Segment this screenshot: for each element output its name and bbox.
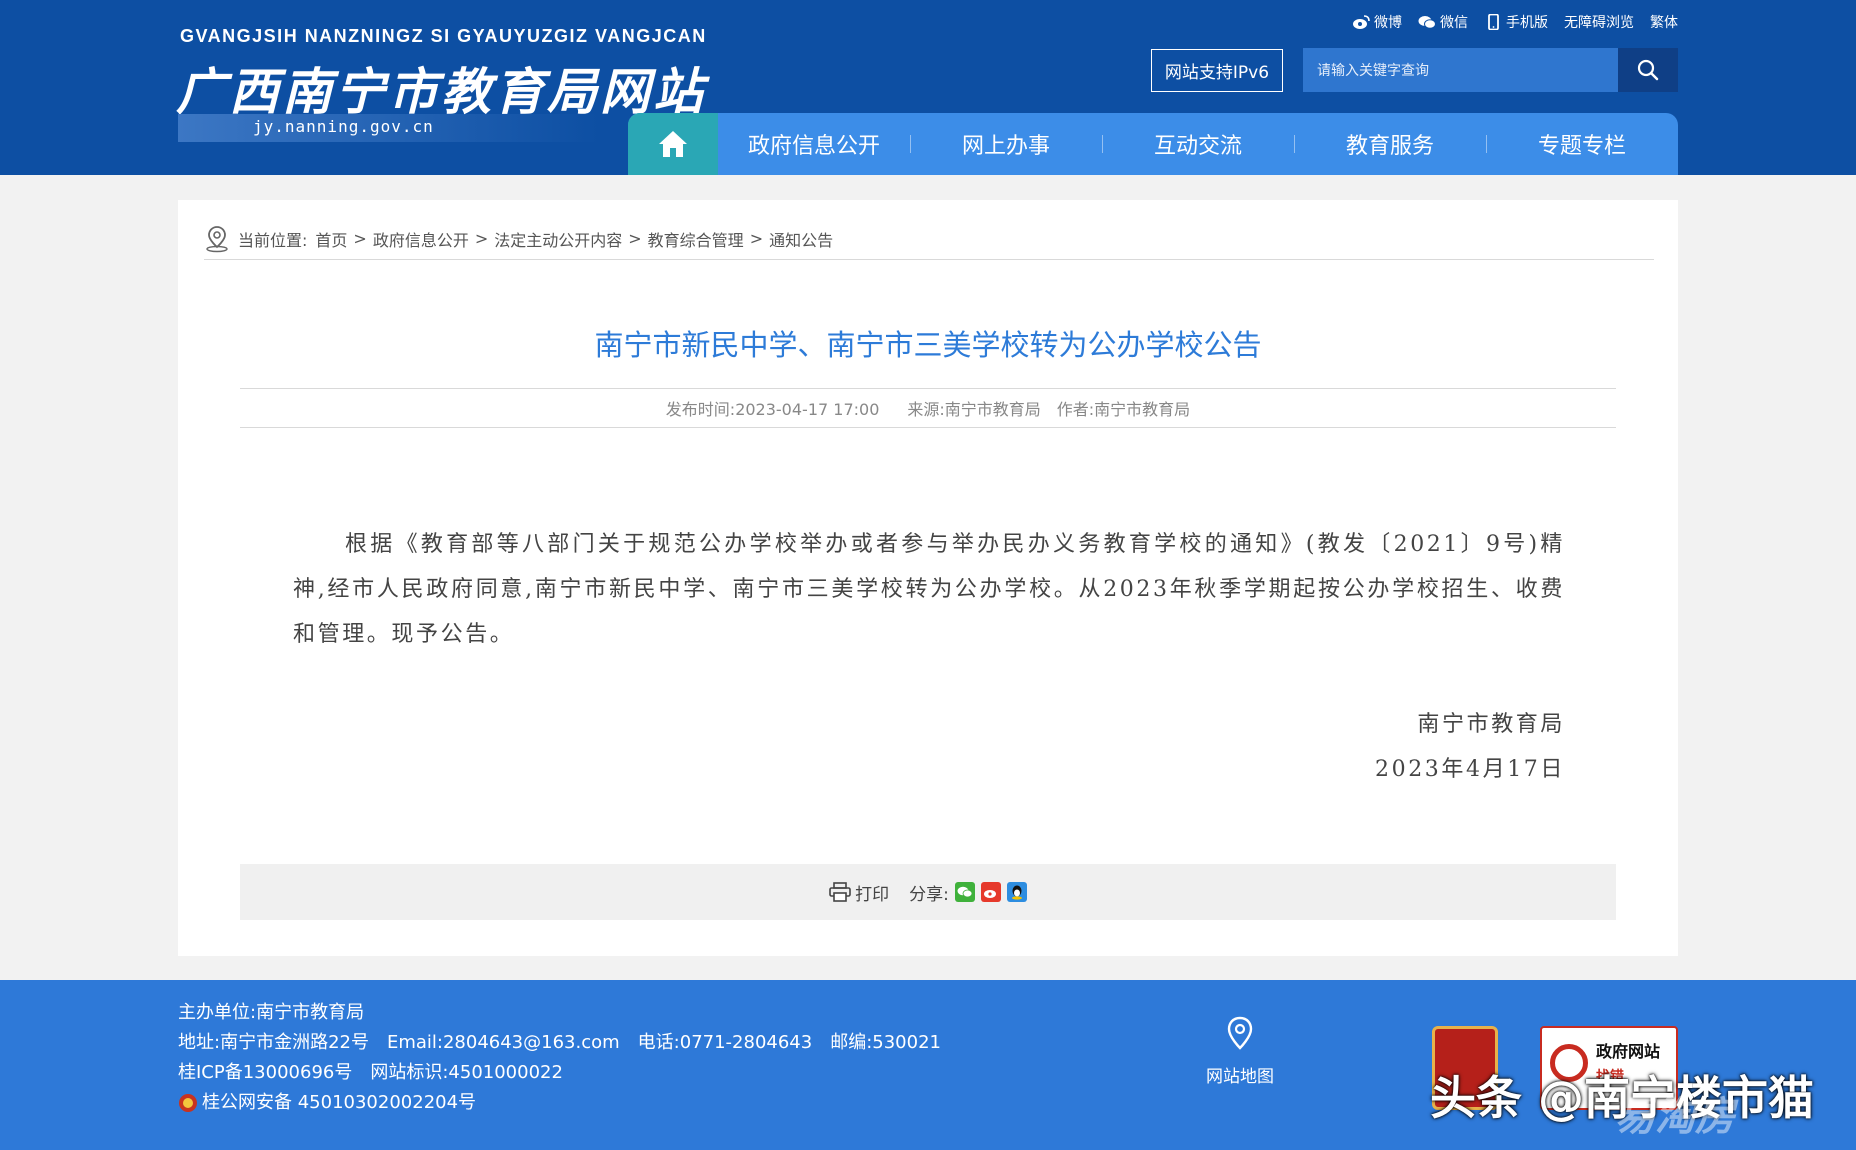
ipv6-badge: 网站支持IPv6	[1151, 49, 1283, 92]
main-nav: 政府信息公开 网上办事 互动交流 教育服务 专题专栏	[628, 113, 1678, 175]
nav-interaction[interactable]: 互动交流	[1102, 113, 1294, 175]
wechat-label: 微信	[1440, 15, 1468, 31]
breadcrumb-gov-info[interactable]: 政府信息公开	[373, 227, 469, 251]
footer-site-id: 网站标识:4501000022	[370, 1062, 563, 1083]
nav-home[interactable]	[628, 113, 718, 175]
share-label: 分享:	[909, 884, 949, 905]
watermark-secondary: 易淘房	[1615, 1094, 1735, 1140]
wechat-icon	[1418, 16, 1436, 29]
signature-date: 2023年4月17日	[1375, 757, 1565, 782]
share-wechat-icon[interactable]	[954, 882, 975, 902]
breadcrumb-label: 当前位置:	[238, 230, 308, 250]
site-header: GVANGJSIH NANZNINGZ SI GYAUYUZGIZ VANGJC…	[0, 0, 1856, 175]
sitemap-link[interactable]: 网站地图	[1200, 1016, 1280, 1087]
footer-info: 主办单位:南宁市教育局 地址:南宁市金洲路22号 Email:2804643@1…	[178, 998, 941, 1118]
traditional-chinese-label: 繁体	[1650, 15, 1678, 31]
article-author: 作者:南宁市教育局	[1056, 400, 1191, 419]
weibo-label: 微博	[1374, 15, 1402, 31]
share-weibo-icon[interactable]	[980, 882, 1001, 902]
nav-gov-info[interactable]: 政府信息公开	[718, 113, 910, 175]
article-signature: 南宁市教育局 2023年4月17日	[1375, 702, 1565, 792]
search-button[interactable]	[1618, 48, 1678, 92]
article-toolbar: 打印 分享:	[240, 864, 1616, 920]
article-source: 来源:南宁市教育局	[907, 400, 1041, 419]
footer-email[interactable]: Email:2804643@163.com	[387, 1028, 620, 1058]
footer-postcode: 邮编:530021	[830, 1032, 941, 1053]
print-button[interactable]: 打印	[829, 880, 889, 905]
breadcrumb-statutory[interactable]: 法定主动公开内容	[494, 227, 622, 251]
signature-org: 南宁市教育局	[1417, 712, 1565, 737]
top-links: 微博 微信 手机版 无障碍浏览 繁体	[1352, 12, 1678, 32]
traditional-chinese-link[interactable]: 繁体	[1650, 12, 1678, 32]
search-input[interactable]: 请输入关键字查询	[1303, 48, 1618, 92]
nav-online-services[interactable]: 网上办事	[910, 113, 1102, 175]
breadcrumb-edu-management[interactable]: 教育综合管理	[648, 227, 744, 251]
breadcrumb-notices[interactable]: 通知公告	[769, 227, 833, 251]
location-icon	[206, 225, 228, 252]
footer-sponsor: 主办单位:南宁市教育局	[178, 1002, 365, 1023]
weibo-icon	[1353, 15, 1370, 29]
share-group: 分享:	[909, 880, 1027, 905]
nav-special-topics[interactable]: 专题专栏	[1486, 113, 1678, 175]
search-icon	[1637, 59, 1659, 81]
breadcrumb-separator: >	[749, 229, 764, 248]
map-pin-icon	[1227, 1016, 1253, 1050]
mobile-icon	[1488, 14, 1499, 30]
nav-education-services[interactable]: 教育服务	[1294, 113, 1486, 175]
article-meta: 发布时间:2023-04-17 17:00 来源:南宁市教育局 作者:南宁市教育…	[240, 388, 1616, 428]
footer-phone: 电话:0771-2804643	[637, 1032, 813, 1053]
weibo-link[interactable]: 微博	[1352, 12, 1402, 32]
footer-address: 地址:南宁市金洲路22号	[178, 1032, 369, 1053]
mobile-label: 手机版	[1506, 15, 1548, 31]
police-badge-icon	[179, 1094, 197, 1112]
site-domain: jy.nanning.gov.cn	[253, 117, 434, 136]
publish-time: 发布时间:2023-04-17 17:00	[665, 400, 880, 419]
footer-police-record[interactable]: 桂公网安备 45010302002204号	[178, 1088, 476, 1118]
sitemap-label: 网站地图	[1206, 1067, 1274, 1087]
footer-icp[interactable]: 桂ICP备13000696号	[178, 1058, 352, 1088]
breadcrumb-separator: >	[628, 229, 642, 248]
article-body: 根据《教育部等八部门关于规范公办学校举办或者参与举办民办义务教育学校的通知》(教…	[293, 532, 1565, 647]
printer-icon	[829, 882, 851, 902]
breadcrumb: 当前位置: 首页 > 政府信息公开 > 法定主动公开内容 > 教育综合管理 > …	[204, 218, 1654, 260]
wechat-link[interactable]: 微信	[1418, 12, 1468, 32]
breadcrumb-separator: >	[353, 229, 367, 248]
site-footer: 主办单位:南宁市教育局 地址:南宁市金洲路22号 Email:2804643@1…	[0, 980, 1856, 1150]
content-card: 当前位置: 首页 > 政府信息公开 > 法定主动公开内容 > 教育综合管理 > …	[178, 200, 1678, 956]
home-icon	[659, 131, 687, 157]
accessibility-label: 无障碍浏览	[1564, 15, 1634, 31]
mobile-link[interactable]: 手机版	[1484, 12, 1548, 32]
footer-police-text: 桂公网安备 45010302002204号	[202, 1092, 477, 1113]
site-title-pinyin: GVANGJSIH NANZNINGZ SI GYAUYUZGIZ VANGJC…	[180, 26, 707, 46]
share-qq-icon[interactable]	[1006, 882, 1027, 902]
breadcrumb-separator: >	[474, 229, 489, 248]
print-label: 打印	[855, 884, 890, 905]
badge-title: 政府网站	[1596, 1042, 1661, 1061]
article-title: 南宁市新民中学、南宁市三美学校转为公办学校公告	[594, 328, 1262, 362]
breadcrumb-home[interactable]: 首页	[315, 227, 347, 251]
accessibility-link[interactable]: 无障碍浏览	[1564, 12, 1634, 32]
